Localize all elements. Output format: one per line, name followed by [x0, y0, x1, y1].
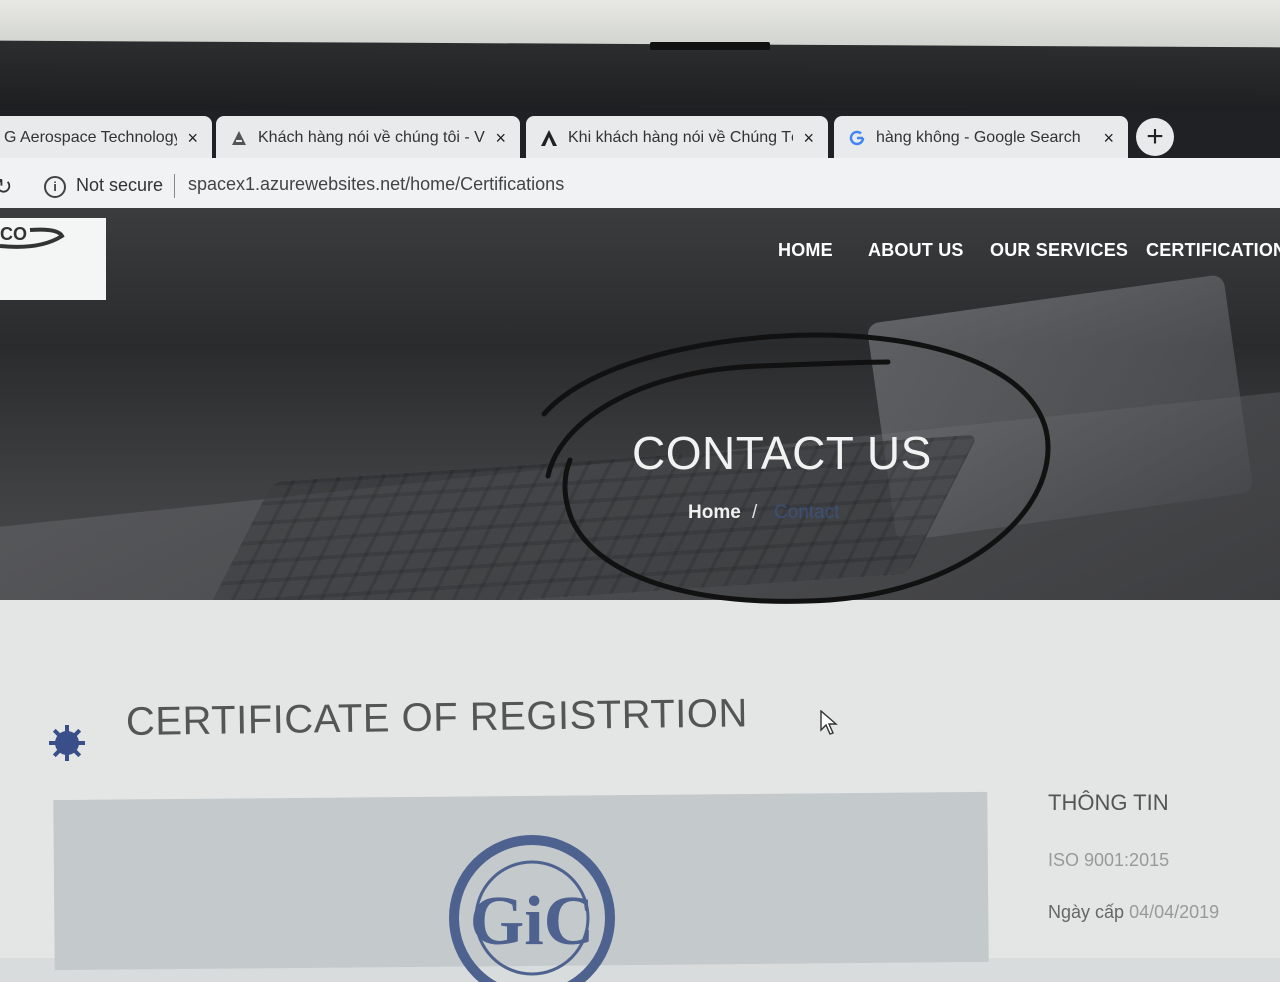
section-title: CERTIFICATE OF REGISTRTION — [125, 691, 749, 744]
certificate-seal-logo: GiC — [449, 835, 615, 982]
info-standard: ISO 9001:2015 — [1048, 850, 1170, 870]
mouse-cursor-icon — [820, 710, 838, 735]
seal-text: GiC — [470, 883, 594, 960]
info-heading: THÔNG TIN — [1048, 790, 1169, 815]
issue-date-label: Ngày cấp — [1048, 902, 1125, 922]
info-issue-date: Ngày cấp 04/04/2019 — [1048, 902, 1219, 923]
badge-icon — [49, 725, 85, 761]
issue-date-value: 04/04/2019 — [1129, 902, 1220, 922]
